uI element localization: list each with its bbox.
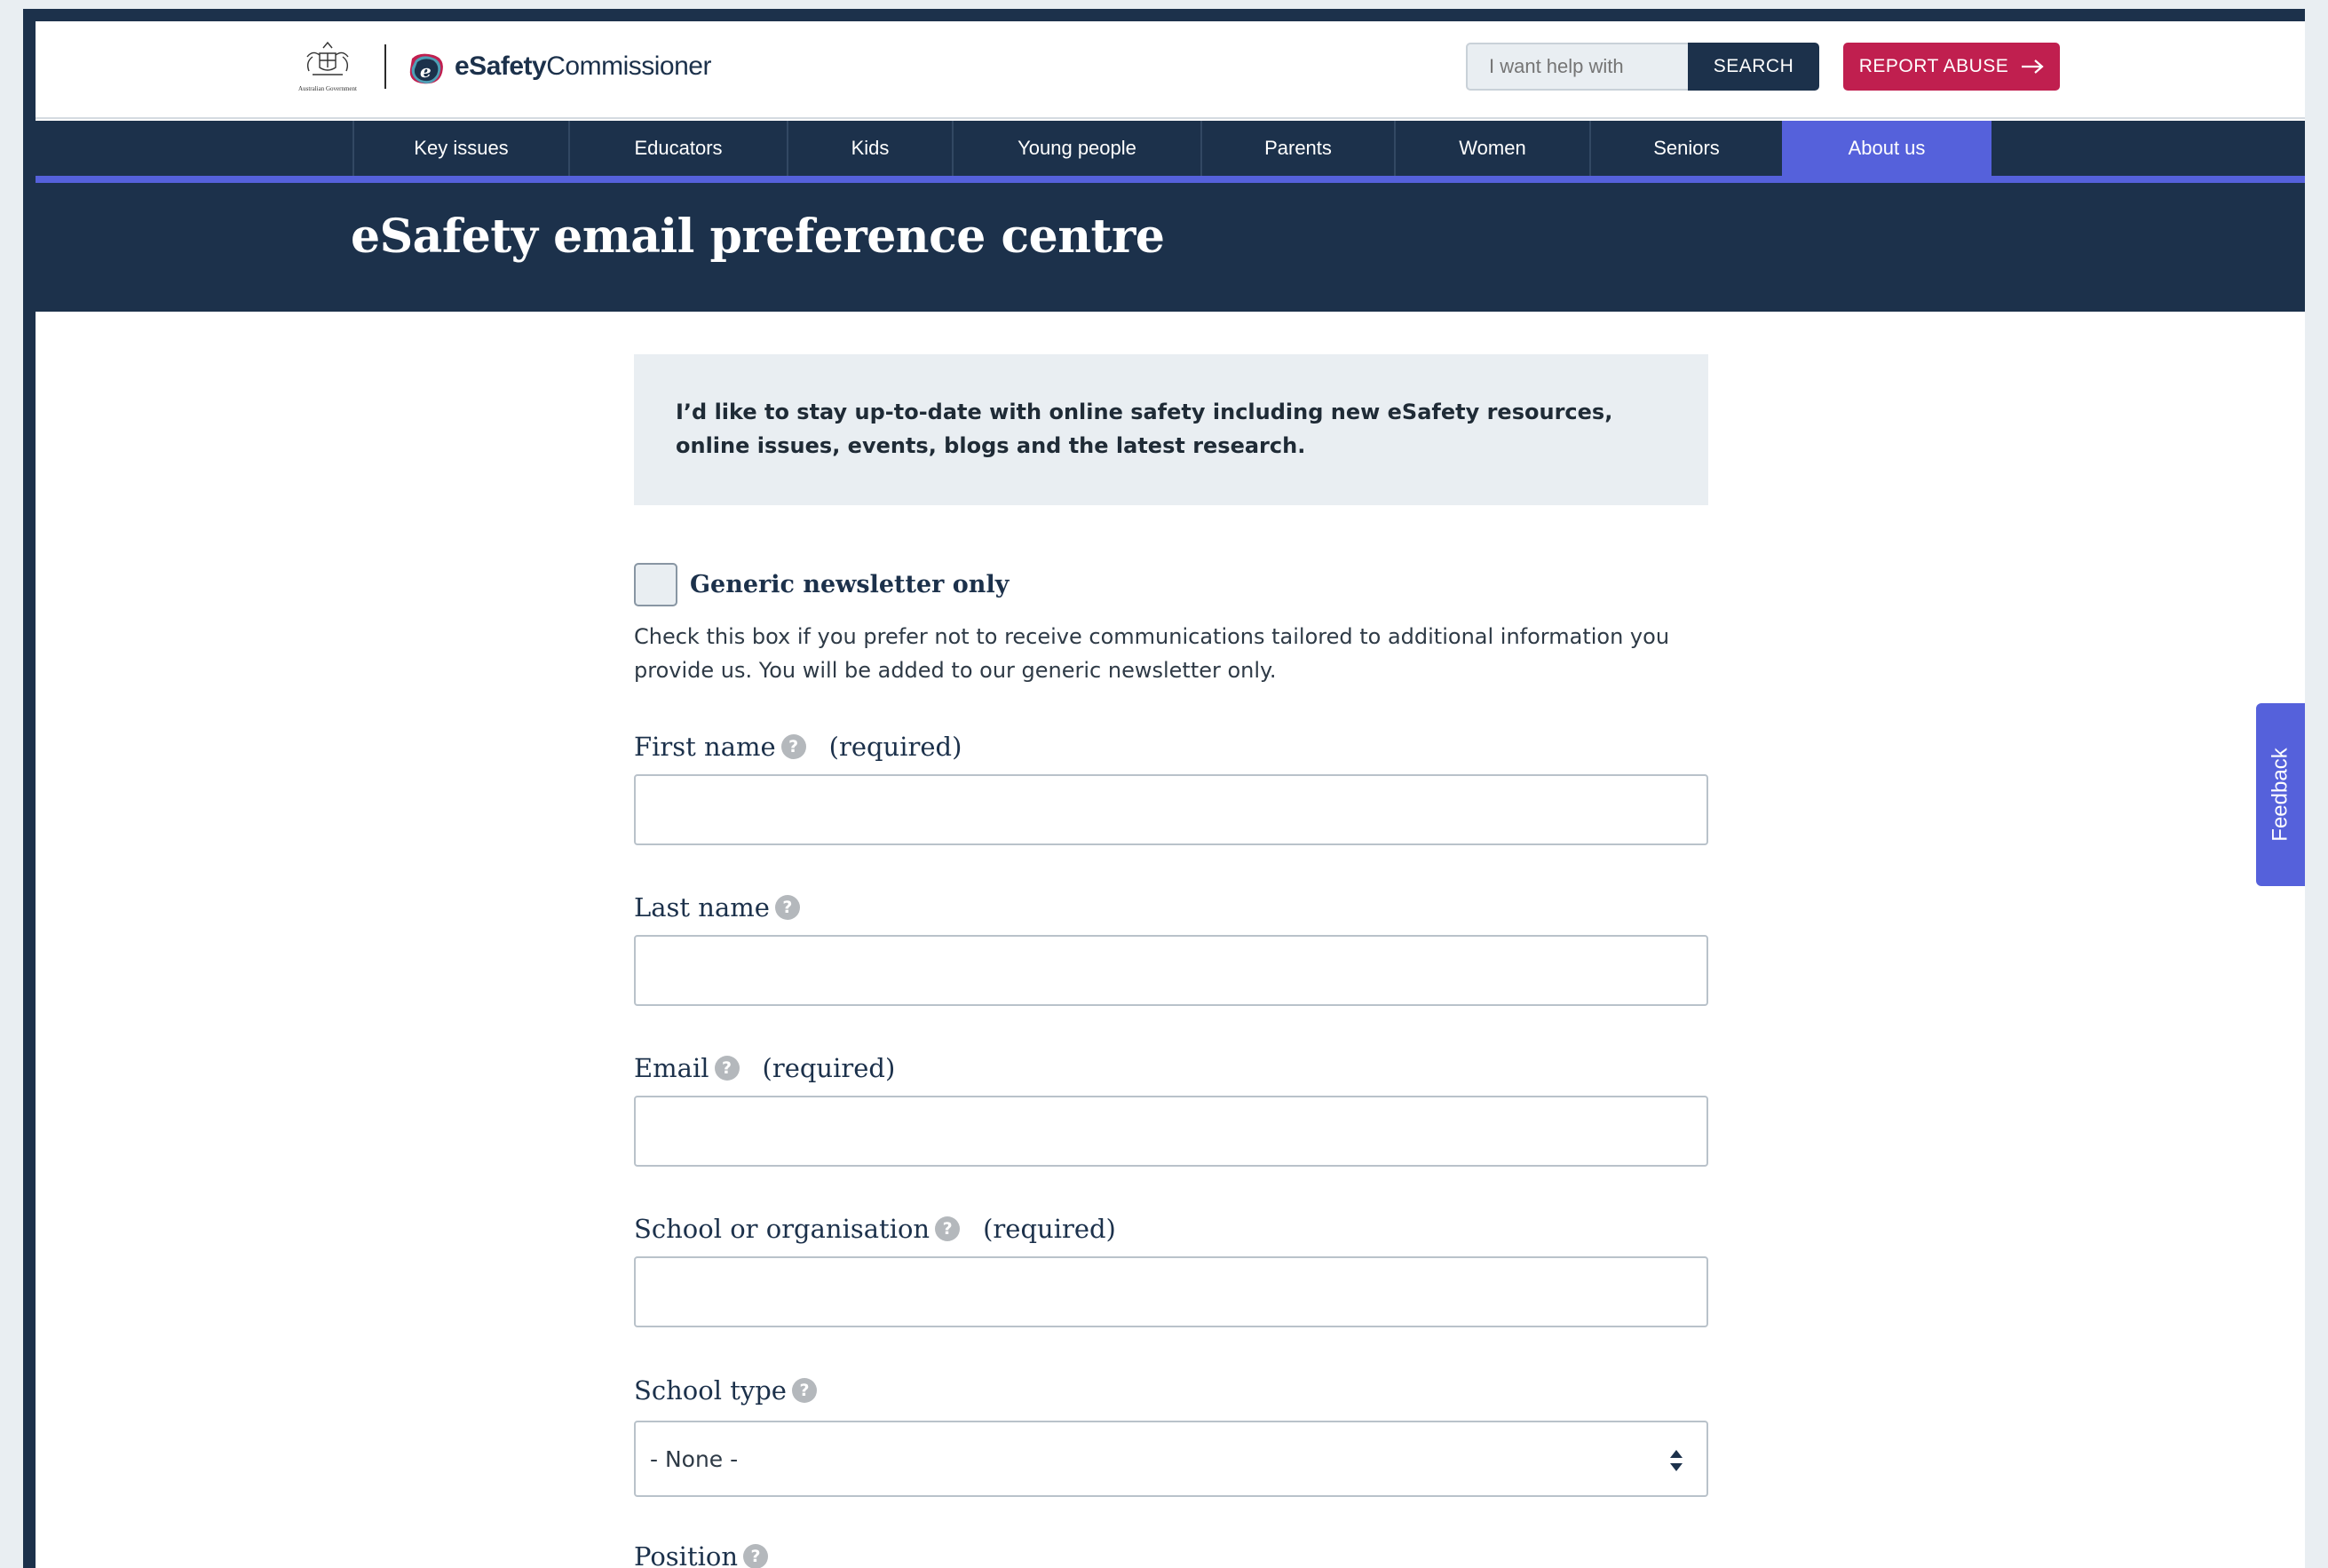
nav-item-key-issues[interactable]: Key issues — [352, 121, 568, 176]
nav-item-young-people[interactable]: Young people — [952, 121, 1200, 176]
help-icon[interactable]: ? — [743, 1544, 769, 1568]
page-title: eSafety email preference centre — [351, 210, 1165, 264]
generic-newsletter-row: Generic newsletter only — [634, 563, 1009, 606]
nav-item-parents[interactable]: Parents — [1200, 121, 1394, 176]
report-abuse-label: REPORT ABUSE — [1858, 56, 2009, 76]
school-field[interactable] — [634, 1256, 1708, 1327]
generic-newsletter-checkbox[interactable] — [634, 563, 677, 606]
feedback-tab[interactable]: Feedback — [2256, 703, 2305, 886]
help-icon[interactable]: ? — [791, 1378, 817, 1403]
generic-newsletter-help: Check this box if you prefer not to rece… — [634, 624, 1670, 683]
last-name-field[interactable] — [634, 935, 1708, 1006]
position-label: Position ? — [634, 1541, 769, 1568]
school-label: School or organisation ? (required) — [634, 1214, 1116, 1244]
first-name-label-text: First name — [634, 732, 776, 762]
help-icon[interactable]: ? — [774, 895, 800, 920]
first-name-label: First name ? (required) — [634, 732, 962, 762]
help-icon[interactable]: ? — [780, 734, 806, 759]
nav-item-seniors[interactable]: Seniors — [1589, 121, 1782, 176]
intro-text: I’d like to stay up-to-date with online … — [676, 400, 1613, 458]
required-marker: (required) — [983, 1214, 1116, 1244]
help-icon[interactable]: ? — [714, 1056, 740, 1081]
select-arrows-icon — [1670, 1450, 1683, 1471]
feedback-label: Feedback — [2268, 748, 2292, 842]
coat-of-arms-icon — [306, 41, 349, 75]
nav-items: Key issues Educators Kids Young people P… — [352, 121, 1991, 176]
search-button[interactable]: SEARCH — [1688, 43, 1819, 91]
site-header: Australian Government e eSafetyCommissio… — [36, 21, 2305, 119]
australian-government-logo[interactable]: Australian Government — [284, 41, 371, 94]
nav-item-women[interactable]: Women — [1394, 121, 1589, 176]
esafety-logo-icon[interactable]: e — [407, 51, 446, 87]
brand-name[interactable]: eSafetyCommissioner — [455, 51, 711, 82]
last-name-label: Last name ? — [634, 892, 800, 923]
help-icon[interactable]: ? — [935, 1216, 961, 1241]
hero-banner: eSafety email preference centre — [36, 183, 2305, 312]
svg-text:e: e — [420, 60, 432, 82]
search-input[interactable] — [1466, 43, 1688, 91]
required-marker: (required) — [828, 732, 962, 762]
school-type-select[interactable]: - None - — [634, 1421, 1708, 1497]
school-label-text: School or organisation — [634, 1214, 930, 1244]
nav-accent-line — [36, 176, 2305, 183]
last-name-label-text: Last name — [634, 892, 770, 923]
intro-panel: I’d like to stay up-to-date with online … — [634, 354, 1708, 505]
page: Australian Government e eSafetyCommissio… — [36, 21, 2305, 1568]
main-nav: Key issues Educators Kids Young people P… — [36, 121, 2305, 176]
nav-item-educators[interactable]: Educators — [568, 121, 787, 176]
arrow-right-icon — [2022, 59, 2044, 74]
nav-item-about-us[interactable]: About us — [1782, 121, 1991, 176]
nav-item-kids[interactable]: Kids — [787, 121, 952, 176]
school-type-label-text: School type — [634, 1375, 787, 1406]
school-type-label: School type ? — [634, 1375, 817, 1406]
school-type-selected: - None - — [650, 1445, 739, 1472]
email-label-text: Email — [634, 1053, 709, 1083]
brand-thin: Commissioner — [546, 51, 711, 81]
report-abuse-button[interactable]: REPORT ABUSE — [1843, 43, 2060, 91]
logo-divider — [384, 44, 386, 89]
email-label: Email ? (required) — [634, 1053, 895, 1083]
brand-bold: eSafety — [455, 51, 547, 81]
required-marker: (required) — [762, 1053, 896, 1083]
first-name-field[interactable] — [634, 774, 1708, 845]
gov-logo-text: Australian Government — [298, 85, 357, 92]
generic-newsletter-label[interactable]: Generic newsletter only — [690, 571, 1009, 598]
email-field[interactable] — [634, 1096, 1708, 1167]
position-label-text: Position — [634, 1541, 739, 1568]
